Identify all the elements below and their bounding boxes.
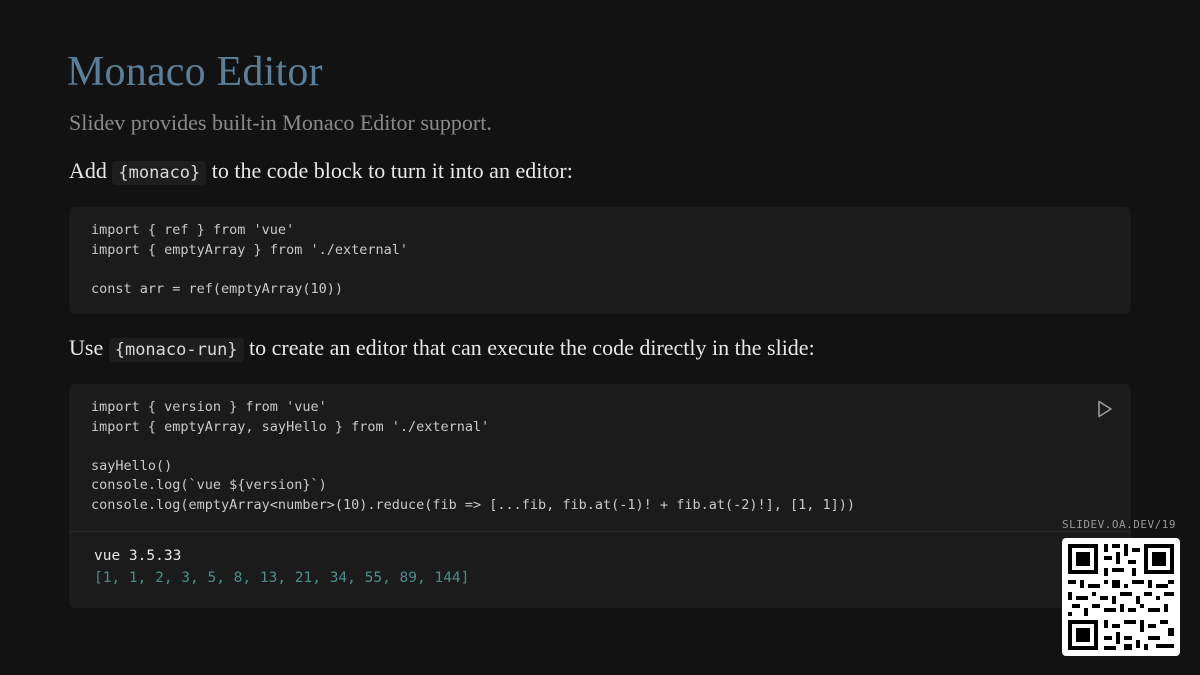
code-line[interactable]: console.log(`vue ${version}`): [91, 476, 327, 496]
output-line: vue 3.5.33: [94, 548, 182, 564]
page-title: Monaco Editor: [67, 49, 323, 95]
slide-url[interactable]: SLIDEV.OA.DEV/19: [1062, 518, 1180, 531]
paragraph-text: Use: [69, 335, 104, 360]
paragraph-text: to the code block to turn it into an edi…: [211, 158, 573, 183]
subtitle: Slidev provides built-in Monaco Editor s…: [69, 110, 492, 135]
monaco-run-editor[interactable]: import { version } from 'vue' import { e…: [69, 384, 1131, 608]
qr-code-graphic: [1068, 544, 1174, 650]
output-line: [1, 1, 2, 3, 5, 8, 13, 21, 34, 55, 89, 1…: [94, 570, 470, 586]
paragraph-text: to create an editor that can execute the…: [249, 335, 815, 360]
output-divider: [69, 531, 1131, 532]
inline-code: {monaco}: [112, 161, 207, 185]
paragraph-monaco-run: Use {monaco-run} to create an editor tha…: [69, 335, 815, 362]
qr-code-icon[interactable]: [1062, 538, 1180, 656]
paragraph-text: Add: [69, 158, 107, 183]
code-line[interactable]: import { emptyArray } from './external': [91, 241, 408, 261]
run-button[interactable]: [1097, 400, 1113, 418]
play-icon: [1098, 400, 1112, 418]
code-line[interactable]: sayHello(): [91, 457, 172, 477]
code-line[interactable]: console.log(emptyArray<number>(10).reduc…: [91, 496, 855, 516]
paragraph-monaco: Add {monaco} to the code block to turn i…: [69, 158, 573, 185]
slide: Monaco Editor Slidev provides built-in M…: [0, 0, 1200, 675]
inline-code: {monaco-run}: [108, 338, 244, 362]
code-line[interactable]: const arr = ref(emptyArray(10)): [91, 280, 343, 300]
code-line[interactable]: import { ref } from 'vue': [91, 221, 294, 241]
code-line[interactable]: import { version } from 'vue': [91, 398, 327, 418]
code-line[interactable]: import { emptyArray, sayHello } from './…: [91, 418, 489, 438]
monaco-editor[interactable]: import { ref } from 'vue' import { empty…: [69, 207, 1131, 314]
